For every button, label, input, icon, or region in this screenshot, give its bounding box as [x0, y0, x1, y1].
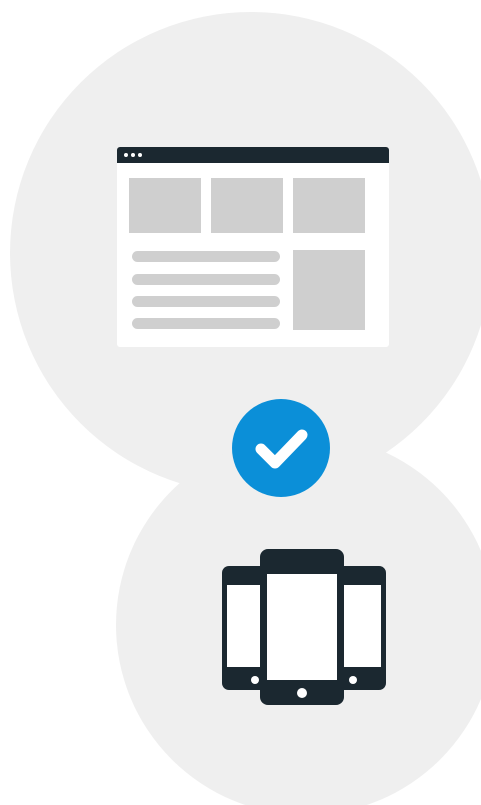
illustration: [0, 0, 481, 805]
mobile-devices-icon: [222, 549, 386, 705]
check-badge-icon: [232, 399, 330, 497]
content-block: [129, 178, 201, 233]
text-line-placeholder: [132, 296, 280, 307]
text-line-placeholder: [132, 251, 280, 262]
window-dot: [124, 153, 128, 157]
content-block: [293, 178, 365, 233]
browser-window-icon: [117, 147, 389, 347]
window-dot: [131, 153, 135, 157]
window-dot: [138, 153, 142, 157]
text-line-placeholder: [132, 274, 280, 285]
sidebar-block: [293, 250, 365, 330]
content-block: [211, 178, 283, 233]
browser-title-bar: [117, 147, 389, 163]
text-line-placeholder: [132, 318, 280, 329]
